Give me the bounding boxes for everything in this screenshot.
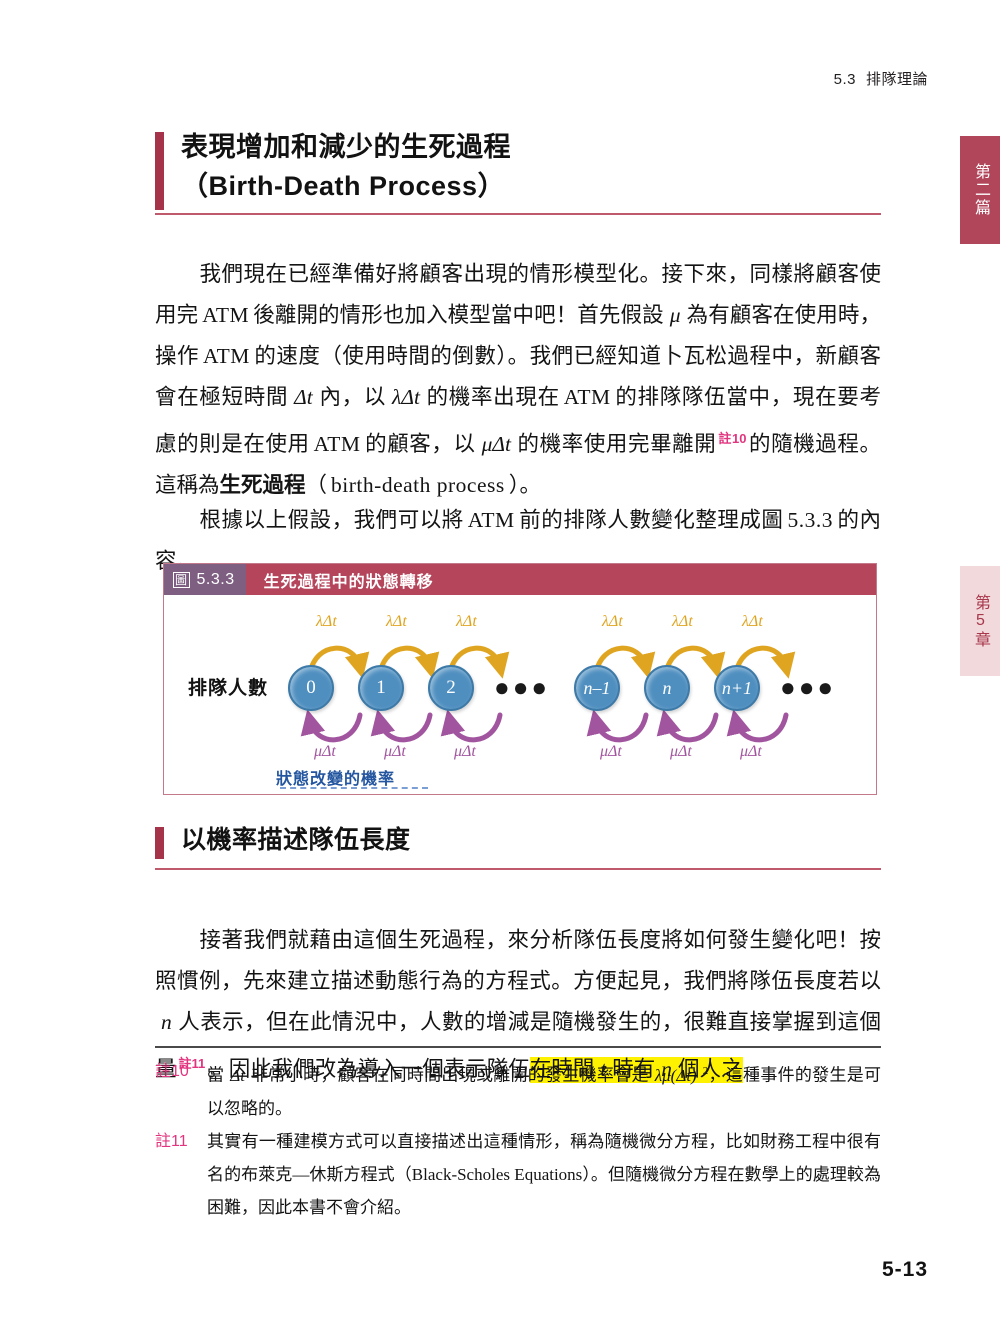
- figure-word-icon: 圖: [173, 571, 190, 588]
- p2-seg1: 根據以上假設，我們可以將: [199, 507, 464, 532]
- p1-atm-1: ATM: [202, 302, 250, 327]
- p1-seg2: 後離開的情形也加入模型當中吧！首先假設: [253, 302, 664, 327]
- p1-symbol-mu-delta-t: μΔt: [481, 431, 511, 456]
- figure-legend-underline: [280, 787, 428, 789]
- state-node-n-minus-1: n–1: [574, 665, 620, 711]
- down-rate-label-6: μΔt: [740, 743, 762, 760]
- state-node-1: 1: [358, 665, 404, 711]
- up-rate-label-2: λΔt: [386, 613, 407, 630]
- state-node-0: 0: [288, 665, 334, 711]
- up-rate-label-5: λΔt: [672, 613, 693, 630]
- page-number: 5-13: [881, 1258, 928, 1281]
- footnote-10-mark: 註10: [155, 1063, 189, 1080]
- p1-symbol-mu: μ: [669, 302, 681, 327]
- down-rate-label-3: μΔt: [454, 743, 476, 760]
- p1-seg5: 內，以: [318, 384, 387, 409]
- footnote-10: 註10 當 Δt 非常小時，顧客在同時間出現或離開的發生機率會是 λμ(Δt) 2，這種…: [155, 1055, 881, 1125]
- p1-atm-4: ATM: [313, 431, 361, 456]
- figure-header: 圖 5.3.3 生死過程中的狀態轉移: [164, 564, 876, 595]
- p1-atm-3: ATM: [563, 384, 611, 409]
- p1-seg12: ）。: [508, 472, 541, 497]
- down-rate-label-4: μΔt: [600, 743, 622, 760]
- figure-canvas: 排隊人數 λΔt λΔt λΔt λΔt λΔt λΔt μΔt μΔt μΔt…: [164, 595, 876, 794]
- down-rate-label-1: μΔt: [314, 743, 336, 760]
- state-node-n: n: [644, 665, 690, 711]
- running-header: 5.3 排隊理論: [834, 68, 928, 89]
- p3-seg1: 接著我們就藉由這個生死過程，來分析隊伍長度將如何發生變化吧！按照慣例，先來建立描…: [155, 927, 881, 993]
- heading-accent-bar: [155, 827, 164, 859]
- body-paragraph-1: 我們現在已經準備好將顧客出現的情形模型化。接下來，同樣將顧客使用完 ATM 後離開的…: [155, 254, 881, 506]
- footnote-reference-10[interactable]: 註10: [716, 431, 748, 446]
- fn10-seg2: 非常小時，顧客在同時間出現或離開的發生機率會是: [251, 1065, 649, 1085]
- thumb-tab-chapter: 第5章: [960, 566, 1000, 676]
- figure-5-3-3: 圖 5.3.3 生死過程中的狀態轉移 排隊人數 λΔt λΔt λΔt λΔt …: [163, 563, 877, 795]
- p1-seg9: 的機率使用完畢離開: [516, 431, 717, 456]
- fn10-formula: λμ(Δt): [654, 1065, 697, 1085]
- section-heading-birth-death: 表現增加和減少的生死過程 （Birth-Death Process）: [155, 128, 881, 215]
- footnote-10-body: 當 Δt 非常小時，顧客在同時間出現或離開的發生機率會是 λμ(Δt) 2，這種事件的發…: [207, 1055, 881, 1125]
- heading-accent-bar: [155, 132, 164, 210]
- heading-line-1: 表現增加和減少的生死過程: [181, 132, 511, 162]
- p2-figure-reference: 5.3.3: [787, 507, 833, 532]
- thumb-tab-part-label: 第二篇: [972, 163, 989, 217]
- p1-term-birth-death: 生死過程: [219, 472, 306, 497]
- figure-tag: 圖 5.3.3: [164, 564, 246, 595]
- heading-rule: [155, 213, 881, 215]
- p1-symbol-delta-t: Δt: [294, 384, 313, 409]
- fn10-seg1: 當: [207, 1065, 225, 1085]
- ellipsis-right: ●●●: [780, 672, 837, 702]
- fn10-symbol-delta-t: Δt: [230, 1065, 245, 1085]
- heading-line-2: （Birth-Death Process）: [181, 171, 506, 201]
- footnote-11-mark: 註11: [155, 1133, 188, 1150]
- running-header-title: 排隊理論: [865, 71, 928, 88]
- p1-seg8: 的顧客，以: [364, 431, 476, 456]
- state-node-2: 2: [428, 665, 474, 711]
- running-header-number: 5.3: [833, 71, 856, 88]
- thumb-tab-chapter-label: 第5章: [972, 593, 989, 649]
- thumb-tab-part: 第二篇: [960, 136, 1000, 244]
- up-rate-label-3: λΔt: [456, 613, 477, 630]
- footnote-separator-rule: [155, 1046, 881, 1048]
- p1-atm-2: ATM: [203, 343, 250, 368]
- p1-seg11: （: [305, 472, 328, 497]
- footnote-11: 註11 其實有一種建模方式可以直接描述出這種情形，稱為隨機微分方程，比如財務工程…: [155, 1125, 881, 1224]
- state-node-n-plus-1: n+1: [714, 665, 760, 711]
- p2-seg2: 前的排隊人數變化整理成圖: [518, 507, 784, 532]
- down-rate-label-5: μΔt: [670, 743, 692, 760]
- up-rate-label-6: λΔt: [742, 613, 763, 630]
- figure-legend-label: 狀態改變的機率: [276, 771, 396, 788]
- p2-atm: ATM: [467, 507, 515, 532]
- figure-number: 5.3.3: [196, 570, 235, 588]
- down-rate-label-2: μΔt: [384, 743, 406, 760]
- p1-symbol-lambda-delta-t: λΔt: [392, 384, 420, 409]
- p3-symbol-n: n: [161, 1009, 172, 1034]
- footnote-11-body: 其實有一種建模方式可以直接描述出這種情形，稱為隨機微分方程，比如財務工程中很有名…: [207, 1132, 881, 1217]
- up-rate-label-4: λΔt: [602, 613, 623, 630]
- heading-rule: [155, 868, 881, 870]
- heading-text: 表現增加和減少的生死過程 （Birth-Death Process）: [181, 128, 881, 206]
- section-heading-queue-length: 以機率描述隊伍長度: [155, 824, 881, 870]
- p1-term-english: birth-death process: [331, 472, 505, 497]
- p1-seg6: 的機率出現在: [425, 384, 560, 409]
- ellipsis-left: ●●●: [494, 672, 551, 702]
- figure-title: 生死過程中的狀態轉移: [263, 573, 434, 591]
- up-rate-label-1: λΔt: [316, 613, 337, 630]
- heading-text: 以機率描述隊伍長度: [181, 826, 411, 854]
